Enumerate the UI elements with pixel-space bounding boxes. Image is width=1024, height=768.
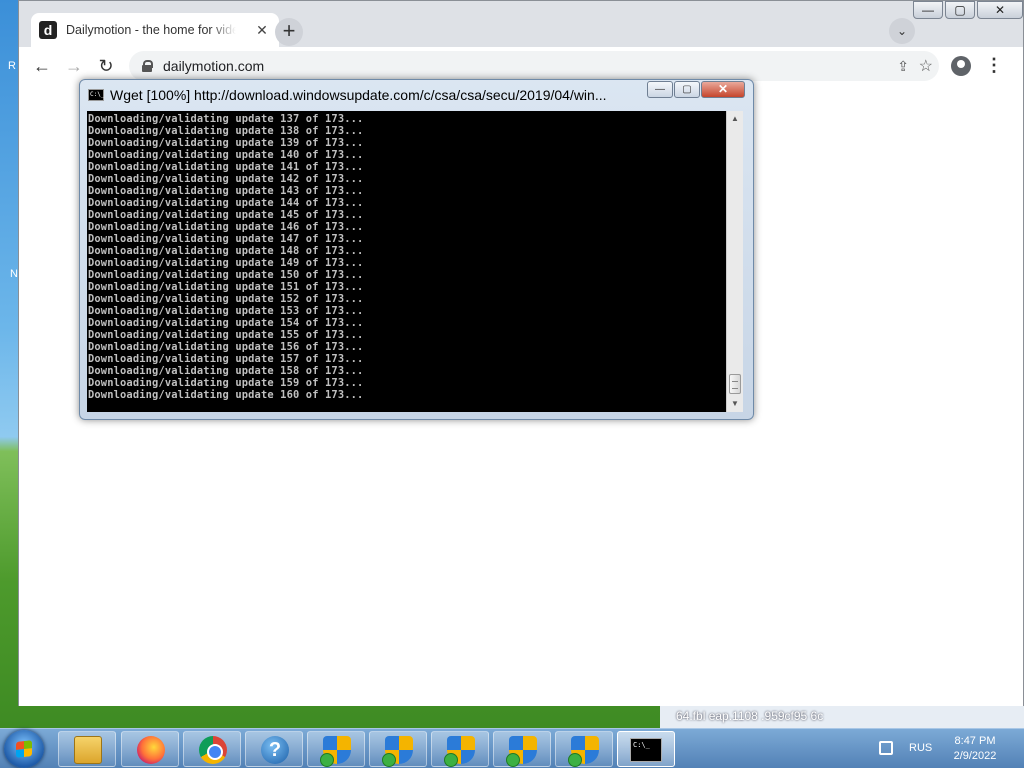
console-line: Downloading/validating update 148 of 173… bbox=[88, 245, 364, 257]
chrome-icon bbox=[199, 736, 227, 764]
firefox-icon bbox=[137, 736, 165, 764]
cmd-close-button[interactable]: ✕ bbox=[701, 81, 745, 98]
shield-icon bbox=[444, 736, 475, 767]
lock-icon[interactable] bbox=[141, 60, 153, 72]
console-scrollbar[interactable]: ▲ ▼ bbox=[726, 111, 743, 412]
shield-icon bbox=[506, 736, 537, 767]
share-icon[interactable]: ⇪ bbox=[897, 58, 909, 75]
new-tab-button[interactable]: + bbox=[275, 18, 303, 46]
console-line: Downloading/validating update 160 of 173… bbox=[88, 389, 364, 401]
forward-button[interactable]: → bbox=[63, 55, 85, 77]
help-icon: ? bbox=[261, 736, 289, 764]
console-line: Downloading/validating update 149 of 173… bbox=[88, 257, 364, 269]
console-line: Downloading/validating update 143 of 173… bbox=[88, 185, 364, 197]
console-line: Downloading/validating update 147 of 173… bbox=[88, 233, 364, 245]
desktop-label: N bbox=[10, 268, 18, 280]
reload-button[interactable]: ↻ bbox=[95, 55, 117, 77]
taskbar-installer-button[interactable] bbox=[369, 731, 427, 767]
close-tab-icon[interactable]: ✕ bbox=[253, 22, 271, 39]
console-output[interactable]: Downloading/validating update 137 of 173… bbox=[87, 111, 726, 412]
console-line: Downloading/validating update 139 of 173… bbox=[88, 137, 364, 149]
cmd-window: C:\_ Wget [100%] http://download.windows… bbox=[79, 79, 754, 420]
browser-tab[interactable]: d Dailymotion - the home for videos ✕ bbox=[31, 13, 279, 47]
console-line: Downloading/validating update 142 of 173… bbox=[88, 173, 364, 185]
cmd-titlebar[interactable]: C:\_ Wget [100%] http://download.windows… bbox=[80, 80, 753, 110]
window-controls: — ▢ ✕ bbox=[911, 1, 1023, 19]
console-line: Downloading/validating update 150 of 173… bbox=[88, 269, 364, 281]
profile-avatar-icon[interactable] bbox=[951, 56, 971, 76]
taskbar: ? C:\_ RUS 8:47 PM 2/9/2022 bbox=[0, 728, 1024, 768]
taskbar-installer-button[interactable] bbox=[493, 731, 551, 767]
console-line: Downloading/validating update 158 of 173… bbox=[88, 365, 364, 377]
console-line: Downloading/validating update 156 of 173… bbox=[88, 341, 364, 353]
console-line: Downloading/validating update 144 of 173… bbox=[88, 197, 364, 209]
cmd-window-icon: C:\_ bbox=[88, 89, 104, 101]
console-line: Downloading/validating update 157 of 173… bbox=[88, 353, 364, 365]
folder-icon bbox=[74, 736, 102, 764]
dailymotion-favicon-icon: d bbox=[39, 21, 57, 39]
maximize-button[interactable]: ▢ bbox=[945, 1, 975, 19]
taskbar-cmd-button[interactable]: C:\_ bbox=[617, 731, 675, 767]
console-line: Downloading/validating update 154 of 173… bbox=[88, 317, 364, 329]
tab-search-button[interactable]: ⌄ bbox=[889, 18, 915, 44]
menu-icon[interactable]: ⋮ bbox=[985, 55, 1003, 76]
taskbar-help-button[interactable]: ? bbox=[245, 731, 303, 767]
console-line: Downloading/validating update 153 of 173… bbox=[88, 305, 364, 317]
taskbar-explorer-button[interactable] bbox=[58, 731, 116, 767]
clock-date: 2/9/2022 bbox=[953, 750, 997, 762]
console-line: Downloading/validating update 145 of 173… bbox=[88, 209, 364, 221]
console-line: Downloading/validating update 141 of 173… bbox=[88, 161, 364, 173]
wallpaper-text: 64.fbl eap.1108 .959cf95 6c bbox=[676, 709, 824, 723]
desktop-label: R bbox=[8, 60, 16, 72]
shield-icon bbox=[320, 736, 351, 767]
address-bar[interactable]: dailymotion.com ⇪ ☆ bbox=[129, 51, 939, 81]
tab-title: Dailymotion - the home for videos bbox=[66, 23, 236, 37]
minimize-button[interactable]: — bbox=[913, 1, 943, 19]
console-line: Downloading/validating update 159 of 173… bbox=[88, 377, 364, 389]
console-line: Downloading/validating update 155 of 173… bbox=[88, 329, 364, 341]
console-line: Downloading/validating update 152 of 173… bbox=[88, 293, 364, 305]
taskbar-installer-button[interactable] bbox=[555, 731, 613, 767]
shield-icon bbox=[568, 736, 599, 767]
console-line: Downloading/validating update 140 of 173… bbox=[88, 149, 364, 161]
scroll-down-arrow-icon[interactable]: ▼ bbox=[727, 396, 743, 412]
clock[interactable]: 8:47 PM 2/9/2022 bbox=[944, 734, 1006, 764]
start-button[interactable] bbox=[4, 730, 44, 768]
console-line: Downloading/validating update 137 of 173… bbox=[88, 113, 364, 125]
taskbar-installer-button[interactable] bbox=[431, 731, 489, 767]
taskbar-chrome-button[interactable] bbox=[183, 731, 241, 767]
network-icon[interactable] bbox=[879, 741, 893, 755]
shield-icon bbox=[382, 736, 413, 767]
cmd-icon: C:\_ bbox=[630, 738, 662, 762]
address-text[interactable]: dailymotion.com bbox=[163, 58, 264, 74]
bookmark-star-icon[interactable]: ☆ bbox=[919, 56, 933, 76]
console-line: Downloading/validating update 151 of 173… bbox=[88, 281, 364, 293]
console-line: Downloading/validating update 146 of 173… bbox=[88, 221, 364, 233]
scrollbar-thumb[interactable] bbox=[729, 374, 741, 394]
clock-time: 8:47 PM bbox=[954, 735, 996, 747]
cmd-title: Wget [100%] http://download.windowsupdat… bbox=[110, 87, 607, 103]
taskbar-firefox-button[interactable] bbox=[121, 731, 179, 767]
scroll-up-arrow-icon[interactable]: ▲ bbox=[727, 111, 743, 127]
tab-strip: d Dailymotion - the home for videos ✕ + … bbox=[19, 1, 1023, 47]
cmd-minimize-button[interactable]: — bbox=[647, 81, 673, 98]
taskbar-installer-button[interactable] bbox=[307, 731, 365, 767]
close-window-button[interactable]: ✕ bbox=[977, 1, 1023, 19]
desktop-wallpaper-strip: 64.fbl eap.1108 .959cf95 6c bbox=[660, 706, 1024, 728]
language-indicator[interactable]: RUS bbox=[909, 742, 932, 754]
cmd-window-controls: — ▢ ✕ bbox=[646, 81, 745, 98]
console-line: Downloading/validating update 138 of 173… bbox=[88, 125, 364, 137]
cmd-maximize-button[interactable]: ▢ bbox=[674, 81, 700, 98]
back-button[interactable]: ← bbox=[31, 55, 53, 77]
